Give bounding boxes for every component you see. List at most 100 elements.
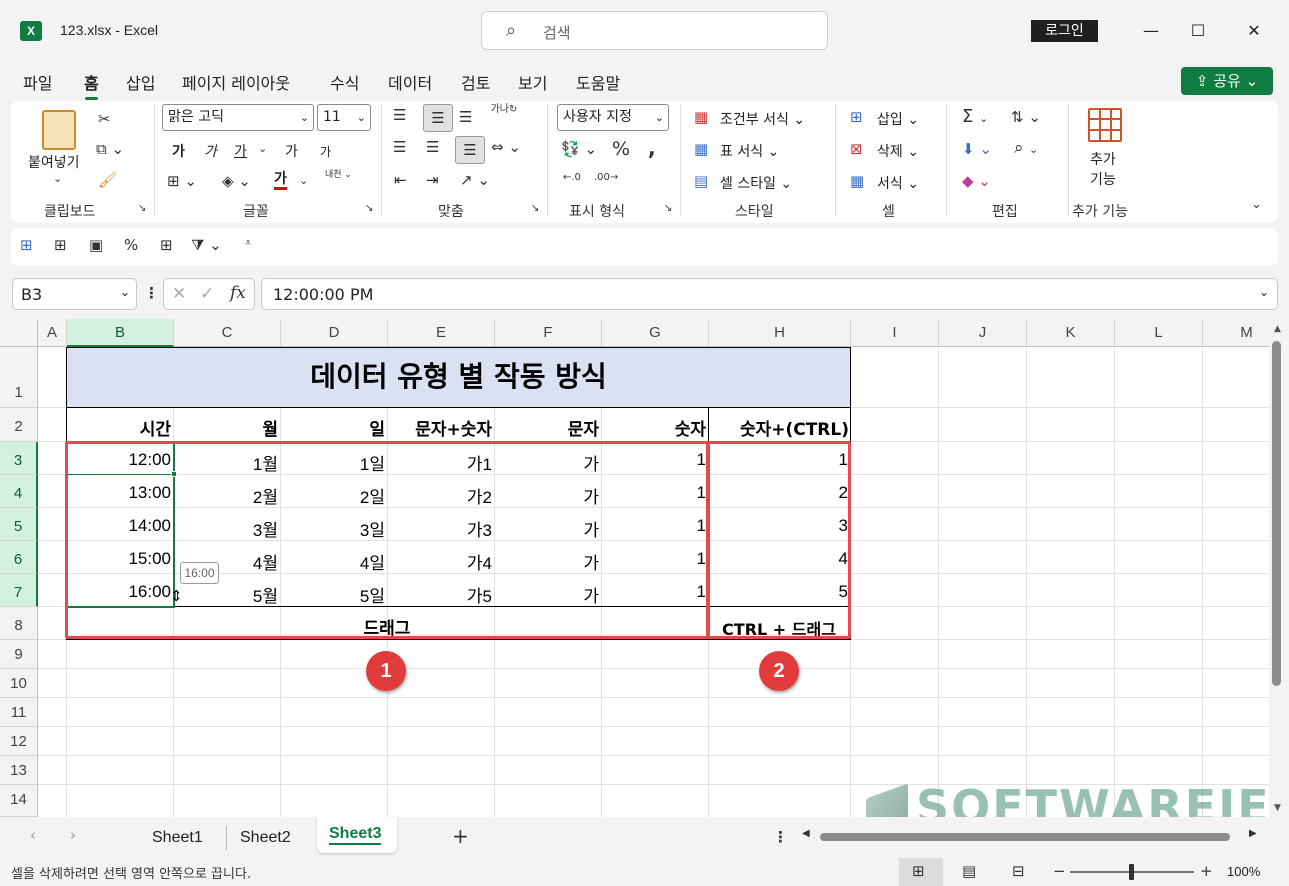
sort-filter-icon[interactable]: ⇅ ⌄ [1011,108,1041,126]
row-header[interactable]: 9 [0,640,38,669]
formula-input[interactable]: 12:00:00 PM ⌄ [261,278,1278,310]
font-color-button[interactable]: 가 [274,171,287,190]
insert-cells-button[interactable]: 삽입 ⌄ [877,109,919,129]
border-icon[interactable]: ⊞ ⌄ [167,172,197,190]
row-header[interactable]: 6 [0,541,38,574]
header-cell[interactable]: 시간 [67,415,171,440]
next-sheet-icon[interactable]: › [70,826,76,844]
column-header[interactable]: J [939,319,1027,347]
decrease-indent-icon[interactable]: ⇤ [394,171,407,189]
sheet-tab-sheet1[interactable]: Sheet1 [152,829,203,847]
fill-color-icon[interactable]: ◈ ⌄ [222,172,251,190]
header-cell[interactable]: 문자 [495,415,599,440]
row-header[interactable]: 7 [0,574,38,607]
decrease-decimal-icon[interactable]: .00→ [594,172,618,183]
delete-cells-button[interactable]: 삭제 ⌄ [877,141,919,161]
dialog-launcher-icon[interactable]: ↘ [365,203,373,214]
column-header[interactable]: H [709,319,851,347]
qat-filter-icon[interactable]: ⧩ ⌄ [191,236,222,254]
autosum-icon[interactable]: Σ ⌄ [962,106,988,127]
row-header[interactable]: 10 [0,669,38,698]
cancel-icon[interactable]: ✕ [172,284,186,304]
select-all-corner[interactable] [0,319,38,347]
row-header[interactable]: 13 [0,756,38,785]
search-box[interactable]: ⌕ 검색 [481,11,828,50]
bold-button[interactable]: 가 [172,141,185,161]
underline-button[interactable]: 가 [234,141,247,161]
format-table-button[interactable]: 표 서식 ⌄ [720,141,779,161]
scroll-up-icon[interactable]: ▲ [1274,324,1281,334]
orientation-icon[interactable]: 가나↻ [490,104,518,115]
align-right-icon[interactable]: ☰ [455,136,485,164]
qat-grid-icon[interactable]: ⊞ [160,236,173,254]
worksheet-grid[interactable]: A B C D E F G H I J K L M 1 2 3 4 5 6 7 … [0,319,1269,817]
column-header[interactable]: E [388,319,495,347]
scroll-thumb[interactable] [1272,341,1281,686]
increase-decimal-icon[interactable]: ←.0 [563,172,581,183]
horizontal-scrollbar[interactable]: ◀ ▶ [800,828,1265,846]
scroll-left-icon[interactable]: ◀ [802,828,810,839]
dialog-launcher-icon[interactable]: ↘ [531,203,539,214]
column-header[interactable]: D [281,319,388,347]
header-cell[interactable]: 숫자 [602,415,706,440]
tab-data[interactable]: 데이터 [388,70,432,94]
add-ins-line2[interactable]: 기능 [1090,169,1116,189]
font-size-select[interactable]: 11 ⌄ [317,104,371,131]
row-header[interactable]: 4 [0,475,38,508]
cell-styles-button[interactable]: 셀 스타일 ⌄ [720,173,792,193]
zoom-slider-thumb[interactable] [1129,864,1134,880]
page-break-view-icon[interactable]: ⊟ [1012,862,1025,880]
merge-icon[interactable]: ⇔ ⌄ [491,138,521,156]
align-center-icon[interactable]: ☰ [426,138,439,156]
row-header[interactable]: 12 [0,727,38,756]
row-header[interactable]: 8 [0,607,38,640]
header-cell[interactable]: 월 [174,415,278,440]
tab-page-layout[interactable]: 페이지 레이아웃 [182,70,290,94]
column-header[interactable]: K [1027,319,1115,347]
scroll-down-icon[interactable]: ▼ [1274,803,1281,813]
scroll-right-icon[interactable]: ▶ [1249,828,1257,839]
align-top-icon[interactable]: ☰ [393,106,406,124]
prev-sheet-icon[interactable]: ‹ [30,826,36,844]
row-header[interactable]: 5 [0,508,38,541]
close-button[interactable]: ✕ [1234,14,1274,48]
tab-review[interactable]: 검토 [461,70,490,94]
tab-formulas[interactable]: 수식 [330,70,359,94]
zoom-out-icon[interactable]: − [1053,862,1066,880]
enter-icon[interactable]: ✓ [200,284,214,304]
sheet-tab-sheet2[interactable]: Sheet2 [240,829,291,847]
align-bottom-icon[interactable]: ☰ [459,108,472,126]
add-ins-line1[interactable]: 추가 [1090,149,1116,169]
add-sheet-icon[interactable]: + [452,824,469,848]
italic-button[interactable]: 가 [204,141,217,161]
grow-font-button[interactable]: 가 [285,141,298,161]
maximize-button[interactable]: ☐ [1178,14,1218,48]
zoom-in-icon[interactable]: + [1200,862,1213,880]
text-direction-icon[interactable]: ↗ ⌄ [460,171,490,189]
minimize-button[interactable]: — [1131,14,1171,48]
column-header[interactable]: C [174,319,281,347]
tab-help[interactable]: 도움말 [576,70,620,94]
phonetic-icon[interactable]: 내천 ⌄ [325,170,352,180]
qat-thick-border-icon[interactable]: ▣ [89,236,103,254]
paste-button[interactable]: 붙여넣기 [28,152,80,172]
row-header[interactable]: 11 [0,698,38,727]
tab-home[interactable]: 홈 [84,70,99,100]
align-left-icon[interactable]: ☰ [393,138,406,156]
add-ins-icon[interactable] [1088,108,1122,142]
row-header[interactable]: 1 [0,347,38,408]
header-cell[interactable]: 문자+숫자 [388,415,492,440]
column-header[interactable]: L [1115,319,1203,347]
chevron-down-icon[interactable]: ⌄ [299,174,308,187]
more-sheets-icon[interactable]: ⋮ [773,828,788,846]
paste-dropdown-icon[interactable]: ⌄ [53,172,62,185]
name-box[interactable]: B3 ⌄ [12,278,137,310]
qat-borders-icon[interactable]: ⊞ [54,236,67,254]
column-header[interactable]: G [602,319,709,347]
h-scroll-thumb[interactable] [820,833,1230,841]
insert-function-button[interactable]: fx [230,283,246,303]
header-cell[interactable]: 숫자+(CTRL) [709,415,849,440]
collapse-ribbon-icon[interactable]: ⌄ [1251,197,1262,212]
tab-file[interactable]: 파일 [23,70,52,94]
page-layout-view-icon[interactable]: ▤ [962,862,976,880]
